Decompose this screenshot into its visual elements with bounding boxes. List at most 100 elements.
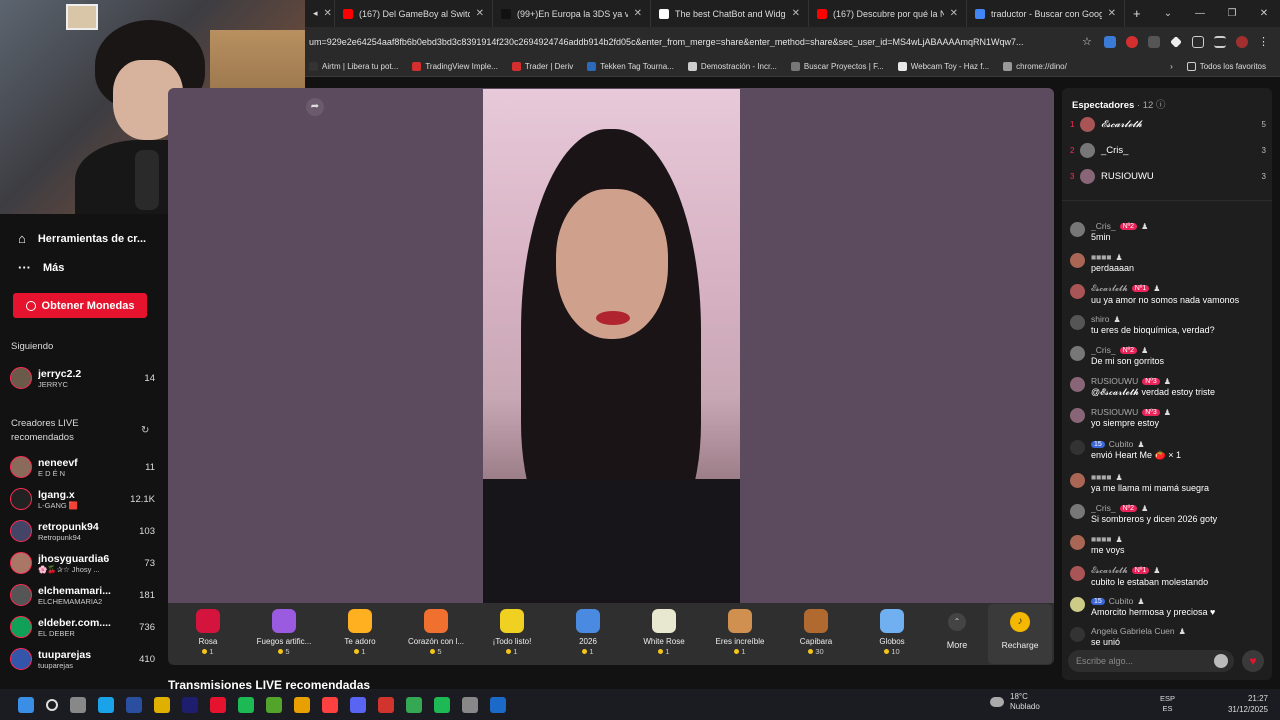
edge-icon[interactable] xyxy=(98,696,114,713)
browser-tab[interactable]: traductor - Buscar con Google ✕ xyxy=(967,0,1125,27)
bookmark-item[interactable]: Webcam Toy - Haz f... xyxy=(897,62,989,71)
chat-message[interactable]: 15 Cubito ♟ envió Heart Me 🍅 × 1 xyxy=(1070,439,1270,461)
windows-start-icon[interactable] xyxy=(18,696,34,713)
gift-item[interactable]: 2026 1 xyxy=(550,609,626,656)
get-coins-button[interactable]: Obtener Monedas xyxy=(13,293,147,318)
chevron-down-icon[interactable]: ⌄ xyxy=(1152,0,1184,27)
close-icon[interactable]: ✕ xyxy=(634,8,642,19)
steam-icon[interactable] xyxy=(462,696,478,713)
top-viewer-item[interactable]: 3 RUSIOUWU 3 xyxy=(1070,167,1266,185)
bookmark-item[interactable]: chrome://dino/ xyxy=(1003,62,1067,71)
viewers-header[interactable]: Espectadores · 12 ⓘ xyxy=(1072,97,1166,111)
extension-icon[interactable] xyxy=(1148,36,1160,48)
browser-tab[interactable]: (99+)En Europa la 3DS ya vale ✕ xyxy=(493,0,651,27)
profile-avatar-icon[interactable] xyxy=(1236,36,1248,48)
chat-message[interactable]: ■■■■ ♟ ya me llama mi mamá suegra xyxy=(1070,472,1270,493)
chat-message[interactable]: 15 Cubito ♟ Amorcito hermosa y preciosa ♥ xyxy=(1070,596,1270,617)
star-icon[interactable]: ☆ xyxy=(1082,36,1094,48)
minimize-icon[interactable]: — xyxy=(1184,0,1216,27)
new-tab-button[interactable]: + xyxy=(1125,0,1149,27)
creator-item[interactable]: jerryc2.2 JERRYC 14 xyxy=(10,365,155,391)
creator-item[interactable]: tuuparejas tuuparejas 410 xyxy=(10,646,155,672)
chat-message[interactable]: Angela Gabriela Cuen ♟ se unió xyxy=(1070,626,1270,647)
spotify-icon[interactable] xyxy=(434,696,450,713)
creator-item[interactable]: jhosyguardia6 🌸🍒✰☆ Jhosy ... 73 xyxy=(10,550,155,576)
tab-search-icon[interactable] xyxy=(1214,36,1226,48)
tab-controls[interactable]: ◂ ✕ xyxy=(305,0,335,27)
recharge-button[interactable]: ♪ Recharge xyxy=(988,604,1052,664)
browser-tab[interactable]: (167) Del GameBoy al Switch: L ✕ xyxy=(335,0,493,27)
chat-message[interactable]: ■■■■ ♟ perdaaaan xyxy=(1070,252,1270,273)
url-field[interactable]: um=929e2e64254aaf8fb6b0ebd3bd3c8391914f2… xyxy=(305,37,1072,47)
gift-item[interactable]: Eres increíble 1 xyxy=(702,609,778,656)
app-icon[interactable] xyxy=(490,696,506,713)
browser-tab[interactable]: The best ChatBot and Widgets ✕ xyxy=(651,0,809,27)
maximize-icon[interactable]: ❐ xyxy=(1216,0,1248,27)
creator-item[interactable]: eldeber.com.... EL DEBER 736 xyxy=(10,614,155,640)
chat-input[interactable]: Escribe algo... xyxy=(1068,650,1234,672)
chat-message[interactable]: RUSIOUWU Nº3 ♟ @𝓔𝓼𝓬𝓪𝓻𝓵𝓮𝓽𝓱 verdad estoy tris… xyxy=(1070,376,1270,398)
top-viewer-item[interactable]: 2 _Cris_ 3 xyxy=(1070,141,1266,159)
nav-item-more[interactable]: ··· Más xyxy=(18,260,64,275)
chat-message[interactable]: 𝓔𝓼𝓬𝓪𝓻𝓵𝓮𝓽𝓱 Nº1 ♟ cubito le estaban molestand… xyxy=(1070,565,1270,587)
creator-item[interactable]: retropunk94 Retropunk94 103 xyxy=(10,518,155,544)
live-video[interactable] xyxy=(483,89,740,603)
close-icon[interactable]: ✕ xyxy=(476,8,484,19)
heart-icon[interactable]: ♥ xyxy=(1242,650,1264,672)
extension-icon[interactable] xyxy=(1104,36,1116,48)
refresh-icon[interactable]: ↻ xyxy=(141,425,149,436)
close-icon[interactable]: ✕ xyxy=(950,8,958,19)
task-view-icon[interactable] xyxy=(70,696,86,713)
app-icon[interactable] xyxy=(322,696,338,713)
share-icon[interactable]: ➦ xyxy=(306,98,324,116)
language-indicator[interactable]: ESP ES xyxy=(1160,694,1175,714)
chrome-icon[interactable] xyxy=(406,696,422,713)
chat-message[interactable]: _Cris_ Nº2 ♟ 5min xyxy=(1070,221,1270,242)
chat-message[interactable]: shiro ♟ tu eres de bioquímica, verdad? xyxy=(1070,314,1270,335)
files-icon[interactable] xyxy=(154,696,170,713)
weather-widget[interactable]: 18°C Nublado xyxy=(990,692,1040,712)
gift-item[interactable]: White Rose 1 xyxy=(626,609,702,656)
nav-item-creator-tools[interactable]: ⌂ Herramientas de cr... xyxy=(18,231,146,246)
chat-message[interactable]: RUSIOUWU Nº3 ♟ yo siempre estoy xyxy=(1070,407,1270,428)
creator-item[interactable]: neneevf E D É N 11 xyxy=(10,454,155,480)
gift-item[interactable]: ¡Todo listo! 1 xyxy=(474,609,550,656)
close-icon[interactable]: ✕ xyxy=(792,8,800,19)
app-icon[interactable] xyxy=(378,696,394,713)
brave-icon[interactable] xyxy=(294,696,310,713)
chat-message[interactable]: 𝓔𝓼𝓬𝓪𝓻𝓵𝓮𝓽𝓱 Nº1 ♟ uu ya amor no somos nada va… xyxy=(1070,283,1270,305)
bookmark-item[interactable]: Trader | Deriv xyxy=(511,62,573,71)
info-icon[interactable]: ⓘ xyxy=(1156,100,1166,111)
chat-message[interactable]: ■■■■ ♟ me voys xyxy=(1070,534,1270,555)
photoshop-icon[interactable] xyxy=(126,696,142,713)
gift-item[interactable]: Corazón con l... 5 xyxy=(398,609,474,656)
chat-message[interactable]: _Cris_ Nº2 ♟ De mi son gorritos xyxy=(1070,345,1270,366)
discord-icon[interactable] xyxy=(350,696,366,713)
bookmark-item[interactable]: Tekken Tag Tourna... xyxy=(587,62,674,71)
emoji-icon[interactable] xyxy=(1214,654,1228,668)
gift-item[interactable]: Fuegos artific... 5 xyxy=(246,609,322,656)
browser-tab[interactable]: (167) Descubre por qué la Nin ✕ xyxy=(809,0,967,27)
close-icon[interactable]: ✕ xyxy=(1108,8,1116,19)
chat-message[interactable]: _Cris_ Nº2 ♟ Si sombreros y dicen 2026 goty xyxy=(1070,503,1270,524)
premiere-icon[interactable] xyxy=(182,696,198,713)
bookmark-item[interactable]: Airtm | Libera tu pot... xyxy=(309,62,398,71)
spotify-icon[interactable] xyxy=(238,696,254,713)
clock[interactable]: 21:27 31/12/2025 xyxy=(1222,693,1268,715)
gift-item[interactable]: Capibara 30 xyxy=(778,609,854,656)
chevron-right-icon[interactable]: › xyxy=(1170,62,1173,71)
more-gifts-button[interactable]: ⌃ More xyxy=(942,613,972,650)
tiktok-icon[interactable] xyxy=(210,696,226,713)
gift-item[interactable]: Globos 10 xyxy=(854,609,930,656)
gift-item[interactable]: Te adoro 1 xyxy=(322,609,398,656)
gift-item[interactable]: Rosa 1 xyxy=(170,609,246,656)
creator-item[interactable]: lgang.x L-GANG 🟥 12.1K xyxy=(10,486,155,512)
minecraft-icon[interactable] xyxy=(266,696,282,713)
extension-icon[interactable] xyxy=(1170,36,1182,48)
extension-icon[interactable] xyxy=(1126,36,1138,48)
creator-item[interactable]: elchemamari... ELCHEMAMARIA2 181 xyxy=(10,582,155,608)
puzzle-icon[interactable] xyxy=(1192,36,1204,48)
bookmark-item[interactable]: TradingView Imple... xyxy=(412,62,498,71)
top-viewer-item[interactable]: 1 𝓔𝓼𝓬𝓪𝓻𝓵𝓮𝓽𝓱 5 xyxy=(1070,115,1266,133)
kebab-menu-icon[interactable]: ⋮ xyxy=(1258,36,1270,48)
